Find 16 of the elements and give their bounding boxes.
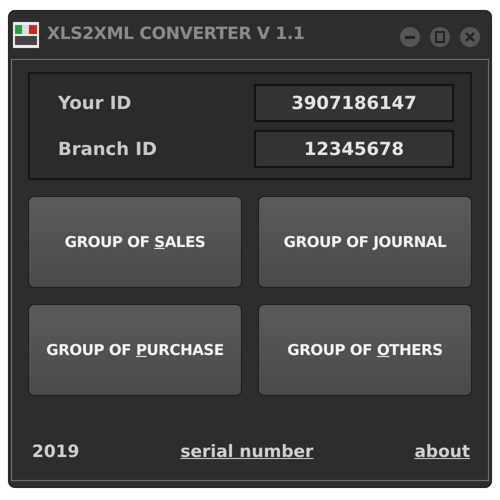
field-label: Your ID xyxy=(58,92,132,116)
window-title: XLS2XML CONVERTER V 1.1 xyxy=(47,23,305,46)
close-button[interactable] xyxy=(459,24,481,46)
app-logo-icon xyxy=(13,22,39,48)
field-label: Branch ID xyxy=(58,138,157,162)
group-button[interactable]: GROUP OF OTHERS xyxy=(258,304,472,396)
group-button[interactable]: GROUP OF JOURNAL xyxy=(258,196,472,288)
group-button[interactable]: GROUP OF SALES xyxy=(28,196,242,288)
year-label: 2019 xyxy=(32,441,80,464)
group-button[interactable]: GROUP OF PURCHASE xyxy=(28,304,242,396)
footer-link[interactable]: about xyxy=(414,440,470,466)
footer-link[interactable]: serial number xyxy=(180,440,314,466)
id-field[interactable]: 3907186147 xyxy=(254,84,454,122)
id-field[interactable]: 12345678 xyxy=(254,130,454,168)
minimize-button[interactable] xyxy=(399,24,421,46)
maximize-button[interactable] xyxy=(429,24,451,46)
